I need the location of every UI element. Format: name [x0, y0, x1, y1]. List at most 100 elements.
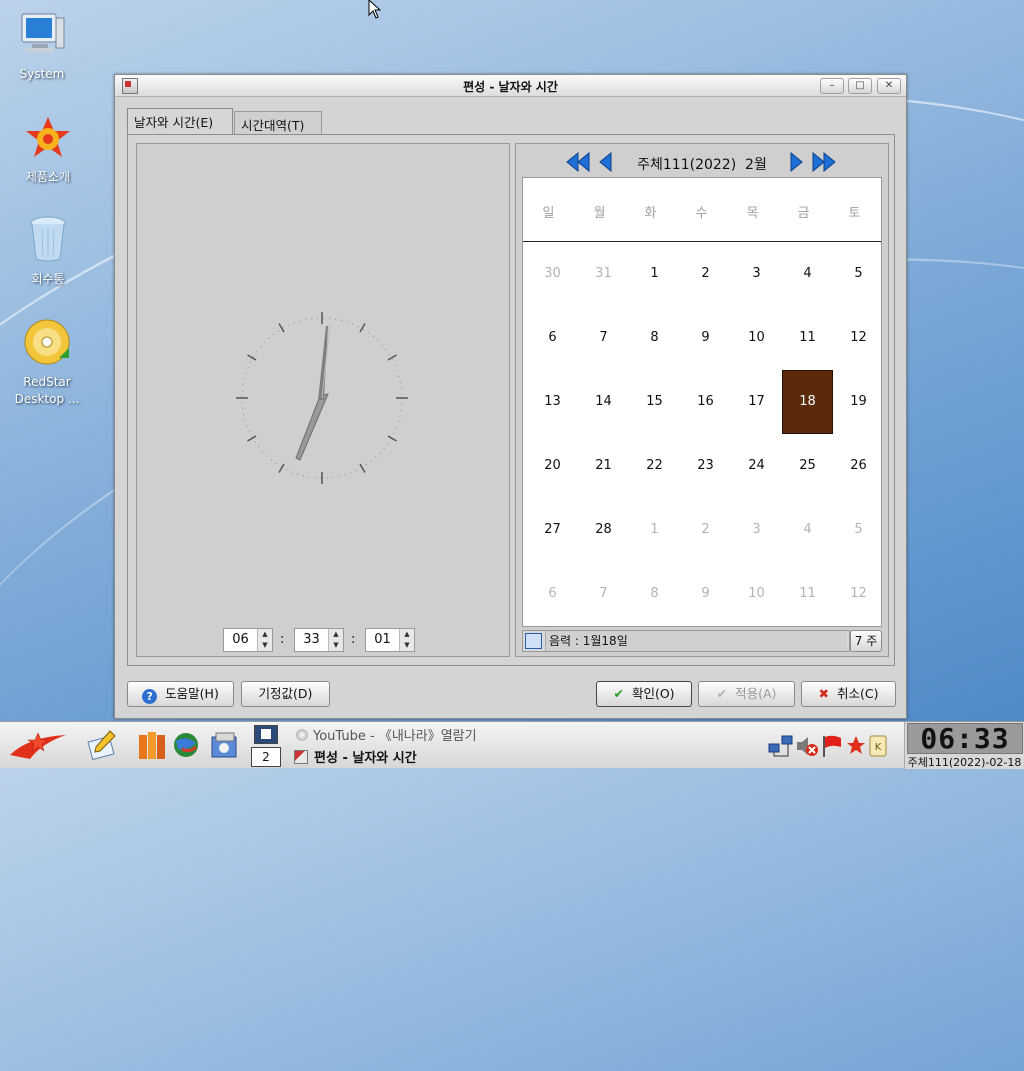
- calendar-day[interactable]: 7: [578, 306, 629, 370]
- calendar-day[interactable]: 10: [731, 306, 782, 370]
- prev-month-icon[interactable]: [598, 152, 612, 172]
- prev-year-icon[interactable]: [566, 152, 590, 172]
- spin-up-icon[interactable]: ▲: [258, 629, 272, 640]
- calendar-day[interactable]: 3: [731, 498, 782, 562]
- week-number-button[interactable]: 7 주: [850, 630, 882, 652]
- pager-workspace-1[interactable]: [254, 725, 278, 744]
- second-value[interactable]: 01: [366, 629, 399, 651]
- close-button[interactable]: ✕: [877, 78, 901, 94]
- calendar-day[interactable]: 4: [782, 498, 833, 562]
- calendar-day[interactable]: 6: [527, 562, 578, 626]
- calendar-day[interactable]: 5: [833, 498, 884, 562]
- spin-down-icon[interactable]: ▼: [329, 640, 343, 651]
- calendar-day-selected[interactable]: 18: [782, 370, 833, 434]
- cd-icon: [24, 319, 70, 365]
- analog-clock: [236, 312, 408, 484]
- spin-down-icon[interactable]: ▼: [400, 640, 414, 651]
- calendar-day[interactable]: 16: [680, 370, 731, 434]
- apply-button[interactable]: ✔ 적용(A): [698, 681, 795, 707]
- desktop-icon-trash[interactable]: 회수통: [0, 215, 96, 288]
- next-month-icon[interactable]: [790, 152, 804, 172]
- calendar-day[interactable]: 28: [578, 498, 629, 562]
- network-icon[interactable]: [768, 734, 794, 758]
- calendar-day[interactable]: 17: [731, 370, 782, 434]
- help-button[interactable]: ? 도움말(H): [127, 681, 234, 707]
- calendar-day[interactable]: 8: [629, 562, 680, 626]
- next-year-icon[interactable]: [812, 152, 836, 172]
- calendar-day[interactable]: 12: [833, 306, 884, 370]
- desktop-icon-redstar-desktop[interactable]: RedStar Desktop ...: [0, 318, 95, 408]
- calendar-day[interactable]: 20: [527, 434, 578, 498]
- calendar-day[interactable]: 13: [527, 370, 578, 434]
- calendar-day[interactable]: 2: [680, 242, 731, 306]
- calendar-day[interactable]: 12: [833, 562, 884, 626]
- spin-up-icon[interactable]: ▲: [329, 629, 343, 640]
- calendar-day[interactable]: 22: [629, 434, 680, 498]
- calendar-day[interactable]: 23: [680, 434, 731, 498]
- volume-muted-icon[interactable]: [795, 734, 819, 758]
- calendar-day[interactable]: 15: [629, 370, 680, 434]
- calendar-day[interactable]: 4: [782, 242, 833, 306]
- editor-icon[interactable]: [86, 729, 118, 761]
- calendar-day[interactable]: 19: [833, 370, 884, 434]
- desktop-icon-system[interactable]: System: [0, 12, 90, 83]
- calendar-day[interactable]: 25: [782, 434, 833, 498]
- task-datetime[interactable]: 편성 - 날자와 시간: [294, 747, 744, 767]
- calendar-day[interactable]: 8: [629, 306, 680, 370]
- minute-spinbox[interactable]: 33 ▲ ▼: [294, 628, 344, 652]
- calendar-day[interactable]: 24: [731, 434, 782, 498]
- flag-icon[interactable]: [820, 734, 844, 758]
- calendar-day[interactable]: 26: [833, 434, 884, 498]
- minimize-button[interactable]: –: [820, 78, 844, 94]
- redstar-icon: [26, 117, 70, 157]
- hour-spinbox[interactable]: 06 ▲ ▼: [223, 628, 273, 652]
- clock-time: 06:33: [907, 723, 1023, 754]
- calendar-day[interactable]: 6: [527, 306, 578, 370]
- desktop-icon-product-intro[interactable]: 제품소개: [0, 115, 96, 186]
- keyboard-layout-icon[interactable]: K: [868, 734, 888, 758]
- defaults-button[interactable]: 기정값(D): [241, 681, 330, 707]
- ok-button[interactable]: ✔ 확인(O): [596, 681, 692, 707]
- calendar-day[interactable]: 21: [578, 434, 629, 498]
- redstar-tray-icon[interactable]: [846, 734, 866, 758]
- calendar-day[interactable]: 11: [782, 306, 833, 370]
- clock-applet[interactable]: 06:33 주체111(2022)-02-18: [904, 722, 1024, 769]
- task-youtube[interactable]: YouTube - 《내나라》열람기: [296, 725, 746, 745]
- calendar-day[interactable]: 27: [527, 498, 578, 562]
- weekday-label: 화: [644, 206, 657, 221]
- calendar-day[interactable]: 3: [731, 242, 782, 306]
- hour-value[interactable]: 06: [224, 629, 257, 651]
- taskbar: 2 YouTube - 《내나라》열람기 편성 - 날자와 시간 K 06:33…: [0, 721, 1024, 769]
- cancel-button[interactable]: ✖ 취소(C): [801, 681, 896, 707]
- browser-globe-icon[interactable]: [172, 731, 200, 759]
- maximize-button[interactable]: □: [848, 78, 872, 94]
- start-menu-icon[interactable]: [8, 729, 68, 761]
- library-icon[interactable]: [136, 729, 168, 761]
- calendar-grid: 일월화수목금토 30 31 1 2 3 4 5 6 7 8 9 10 11 12 13 14 15 16 17 18 1…: [522, 177, 882, 627]
- spin-down-icon[interactable]: ▼: [258, 640, 272, 651]
- window-titlebar[interactable]: 편성 - 날자와 시간 – □ ✕: [115, 75, 906, 97]
- calendar-month-label[interactable]: 주체111(2022) 2월: [616, 154, 788, 174]
- calendar-day[interactable]: 30: [527, 242, 578, 306]
- calendar-day[interactable]: 11: [782, 562, 833, 626]
- tab-date-time[interactable]: 날자와 시간(E): [127, 108, 233, 136]
- desktop-icon-label: 제품소개: [25, 170, 71, 184]
- calendar-day[interactable]: 2: [680, 498, 731, 562]
- pager-workspace-2[interactable]: 2: [251, 747, 281, 767]
- calendar-day[interactable]: 5: [833, 242, 884, 306]
- calendar-day[interactable]: 9: [680, 562, 731, 626]
- media-player-icon[interactable]: [208, 729, 240, 761]
- calendar-day[interactable]: 1: [629, 242, 680, 306]
- spin-up-icon[interactable]: ▲: [400, 629, 414, 640]
- calendar-view-icon[interactable]: [525, 633, 542, 649]
- help-icon: ?: [142, 689, 158, 704]
- calendar-day[interactable]: 31: [578, 242, 629, 306]
- calendar-day[interactable]: 10: [731, 562, 782, 626]
- calendar-day[interactable]: 9: [680, 306, 731, 370]
- minute-value[interactable]: 33: [295, 629, 328, 651]
- calendar-day[interactable]: 14: [578, 370, 629, 434]
- workspace-pager[interactable]: 2: [251, 725, 281, 767]
- second-spinbox[interactable]: 01 ▲ ▼: [365, 628, 415, 652]
- calendar-day[interactable]: 7: [578, 562, 629, 626]
- calendar-day[interactable]: 1: [629, 498, 680, 562]
